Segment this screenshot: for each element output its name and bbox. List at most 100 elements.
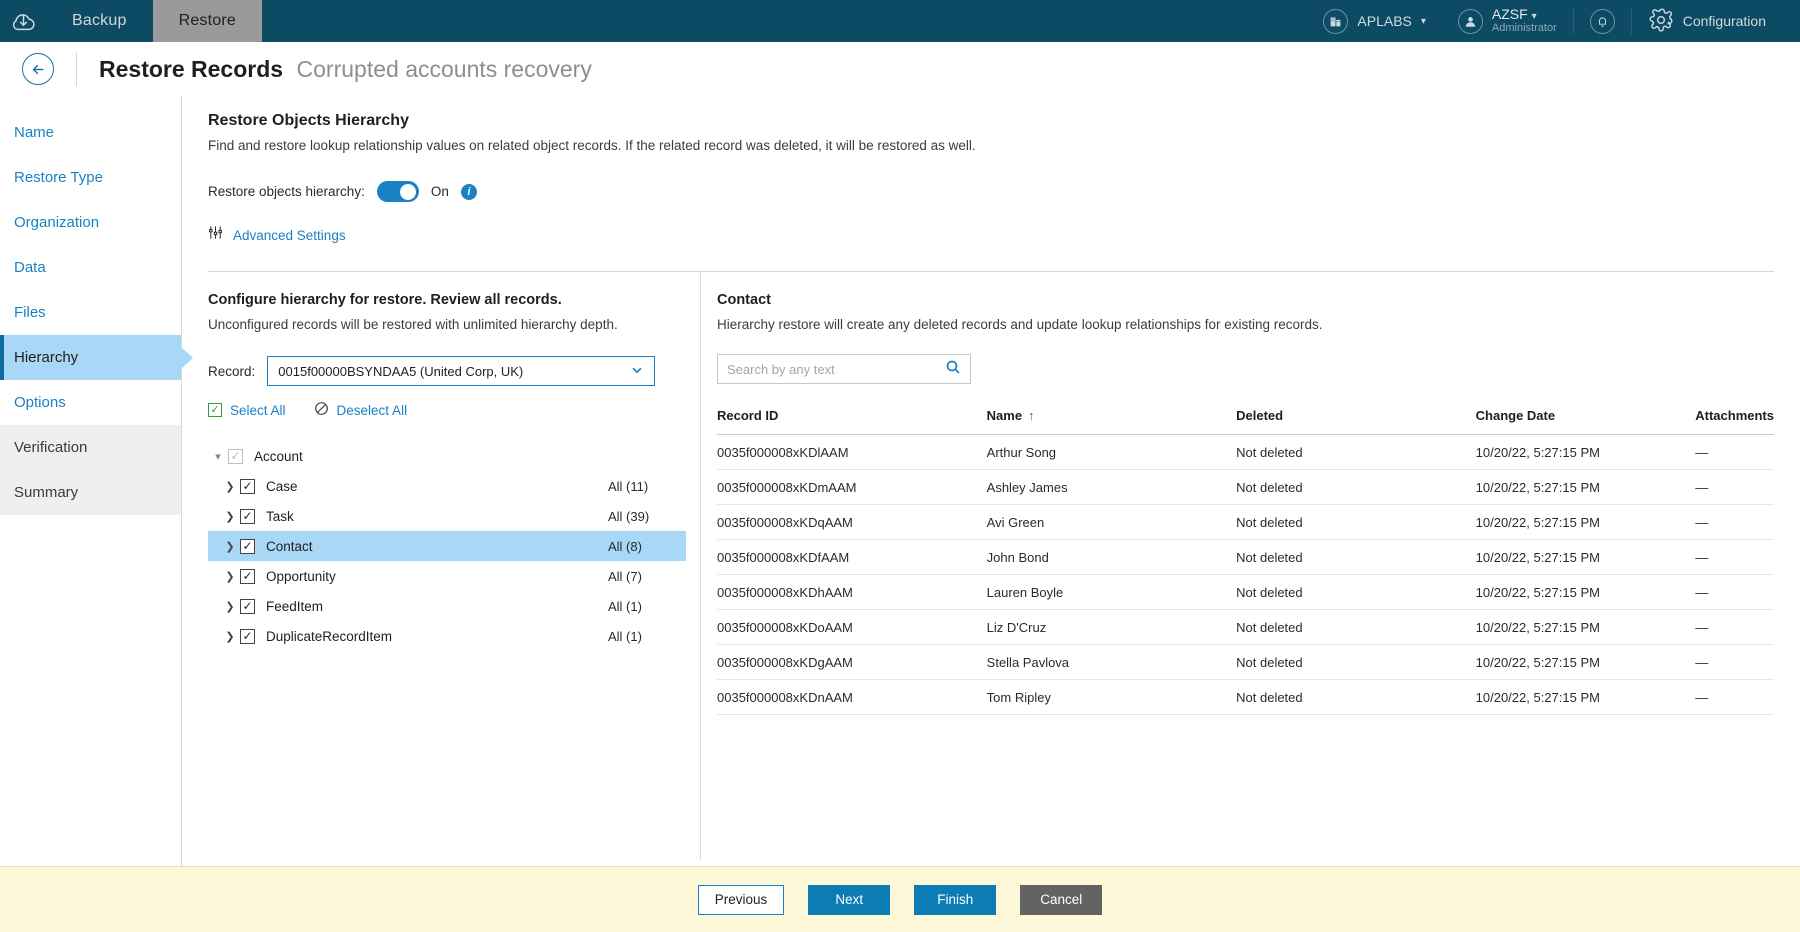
select-all-label: Select All (230, 403, 286, 418)
search-icon[interactable] (945, 359, 961, 380)
checkbox-duplicaterecorditem[interactable]: ✓ (240, 629, 255, 644)
user-menu[interactable]: AZSF ▾ Administrator (1442, 0, 1573, 42)
column-header-label: Record ID (717, 408, 778, 423)
checkbox-opportunity[interactable]: ✓ (240, 569, 255, 584)
cell-attachments: — (1695, 610, 1774, 645)
chevron-down-icon[interactable]: ▾ (208, 450, 228, 463)
checkbox-case[interactable]: ✓ (240, 479, 255, 494)
tree-row-feeditem[interactable]: ❯✓FeedItemAll (1) (208, 591, 686, 621)
table-row[interactable]: 0035f000008xKDlAAMArthur SongNot deleted… (717, 435, 1774, 470)
deselect-all-button[interactable]: Deselect All (314, 401, 408, 419)
sidebar-item-label: Restore Type (14, 169, 103, 186)
checkbox-feeditem[interactable]: ✓ (240, 599, 255, 614)
table-row[interactable]: 0035f000008xKDqAAMAvi GreenNot deleted10… (717, 505, 1774, 540)
sidebar-item-options[interactable]: Options (0, 380, 181, 425)
cell-record-id: 0035f000008xKDnAAM (717, 680, 987, 715)
sort-ascending-icon: ↑ (1028, 408, 1035, 423)
toggle-knob (400, 184, 416, 200)
tree-node-count: All (7) (608, 569, 678, 584)
tree-row-case[interactable]: ❯✓CaseAll (11) (208, 471, 686, 501)
table-row[interactable]: 0035f000008xKDnAAMTom RipleyNot deleted1… (717, 680, 1774, 715)
cell-deleted: Not deleted (1236, 540, 1476, 575)
sidebar-item-restore-type[interactable]: Restore Type (0, 155, 181, 200)
table-row[interactable]: 0035f000008xKDmAAMAshley JamesNot delete… (717, 470, 1774, 505)
left-pane-subheading: Unconfigured records will be restored wi… (208, 317, 686, 332)
info-icon[interactable]: i (461, 184, 477, 200)
sidebar-item-data[interactable]: Data (0, 245, 181, 290)
select-all-button[interactable]: ✓ Select All (208, 403, 286, 418)
sidebar-item-label: Files (14, 304, 46, 321)
chevron-right-icon[interactable]: ❯ (220, 540, 240, 553)
sidebar-item-label: Name (14, 124, 54, 141)
checkbox-contact[interactable]: ✓ (240, 539, 255, 554)
tree-row-contact[interactable]: ❯✓ContactAll (8) (208, 531, 686, 561)
cell-record-id: 0035f000008xKDhAAM (717, 575, 987, 610)
column-header-name[interactable]: Name↑ (987, 408, 1236, 435)
column-header-change-date[interactable]: Change Date (1476, 408, 1696, 435)
table-row[interactable]: 0035f000008xKDgAAMStella PavlovaNot dele… (717, 645, 1774, 680)
select-actions-row: ✓ Select All Deselect All (208, 401, 686, 419)
cancel-button[interactable]: Cancel (1020, 885, 1102, 915)
back-button[interactable] (22, 53, 54, 85)
back-arrow-icon (30, 61, 47, 78)
cell-change-date: 10/20/22, 5:27:15 PM (1476, 470, 1696, 505)
topnav-tab-backup[interactable]: Backup (46, 0, 153, 42)
top-navigation-bar: Backup Restore APLABS ▾ (0, 0, 1800, 42)
records-table-body: 0035f000008xKDlAAMArthur SongNot deleted… (717, 435, 1774, 715)
cell-change-date: 10/20/22, 5:27:15 PM (1476, 645, 1696, 680)
cell-attachments: — (1695, 505, 1774, 540)
app-logo[interactable] (0, 0, 46, 42)
cell-record-id: 0035f000008xKDmAAM (717, 470, 987, 505)
previous-button[interactable]: Previous (698, 885, 785, 915)
right-pane-heading: Contact (717, 292, 1774, 308)
page-body: Name Restore Type OrganizationData Files Hie… (0, 96, 1800, 866)
building-icon (1323, 9, 1348, 34)
hierarchy-toggle-switch[interactable] (377, 181, 419, 202)
record-label: Record: (208, 364, 255, 379)
hierarchy-config-pane: Configure hierarchy for restore. Review … (208, 272, 700, 860)
cell-attachments: — (1695, 645, 1774, 680)
record-select[interactable]: 0015f00000BSYNDAA5 (United Corp, UK) (267, 356, 655, 386)
cell-deleted: Not deleted (1236, 435, 1476, 470)
column-header-record-id[interactable]: Record ID (717, 408, 987, 435)
tree-node-label: Opportunity (266, 569, 608, 584)
sidebar-item-hierarchy[interactable]: Hierarchy (0, 335, 181, 380)
checkbox-task[interactable]: ✓ (240, 509, 255, 524)
tree-node-label: Account (254, 449, 608, 464)
cell-name: Liz D'Cruz (987, 610, 1236, 645)
column-header-attachments[interactable]: Attachments (1695, 408, 1774, 435)
chevron-right-icon[interactable]: ❯ (220, 630, 240, 643)
sidebar-item-files[interactable]: Files (0, 290, 181, 335)
hierarchy-toggle-state: On (431, 184, 449, 199)
table-row[interactable]: 0035f000008xKDfAAMJohn BondNot deleted10… (717, 540, 1774, 575)
chevron-right-icon[interactable]: ❯ (220, 480, 240, 493)
column-header-label: Change Date (1476, 408, 1555, 423)
cell-change-date: 10/20/22, 5:27:15 PM (1476, 575, 1696, 610)
search-input[interactable] (727, 362, 945, 377)
chevron-right-icon[interactable]: ❯ (220, 600, 240, 613)
table-row[interactable]: 0035f000008xKDhAAMLauren BoyleNot delete… (717, 575, 1774, 610)
column-header-deleted[interactable]: Deleted (1236, 408, 1476, 435)
company-selector[interactable]: APLABS ▾ (1307, 0, 1442, 42)
sidebar-item-name[interactable]: Name (0, 110, 181, 155)
topnav-tab-restore[interactable]: Restore (153, 0, 262, 42)
tree-row-opportunity[interactable]: ❯✓ OpportunityAll (7) (208, 561, 686, 591)
table-row[interactable]: 0035f000008xKDoAAMLiz D'CruzNot deleted1… (717, 610, 1774, 645)
main-content: Restore Objects Hierarchy Find and resto… (182, 96, 1800, 866)
sidebar-item-label: Summary (14, 484, 78, 501)
sidebar-item-organization[interactable]: Organization (0, 200, 181, 245)
cell-name: Lauren Boyle (987, 575, 1236, 610)
notifications-button[interactable] (1574, 0, 1631, 42)
tree-row-duplicaterecorditem[interactable]: ❯✓DuplicateRecordItemAll (1) (208, 621, 686, 651)
advanced-settings-button[interactable]: Advanced Settings (208, 225, 1774, 245)
tree-node-label: FeedItem (266, 599, 608, 614)
search-box[interactable] (717, 354, 971, 384)
chevron-right-icon[interactable]: ❯ (220, 510, 240, 523)
next-button[interactable]: Next (808, 885, 890, 915)
panes-container: Configure hierarchy for restore. Review … (208, 272, 1774, 860)
finish-button[interactable]: Finish (914, 885, 996, 915)
configuration-button[interactable]: Configuration (1632, 0, 1782, 42)
tree-row-task[interactable]: ❯✓TaskAll (39) (208, 501, 686, 531)
tree-row-account[interactable]: ▾✓Account (208, 441, 686, 471)
chevron-right-icon[interactable]: ❯ (220, 570, 240, 583)
